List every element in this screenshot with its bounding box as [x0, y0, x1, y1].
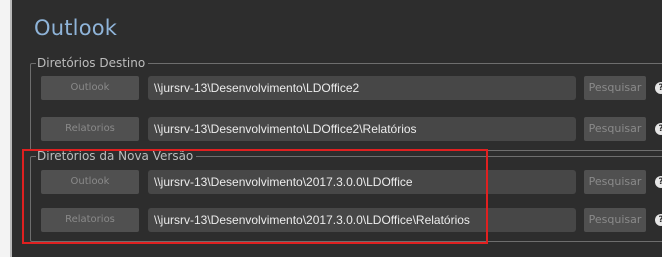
help-icon[interactable]: ?	[655, 82, 662, 94]
nova-relatorios-path-field[interactable]: \\jursrv-13\Desenvolvimento\2017.3.0.0\L…	[148, 208, 576, 232]
relatorios-button[interactable]: Relatorios	[41, 208, 139, 232]
group-diretorios-destino: Diretórios Destino Outlook \\jursrv-13\D…	[30, 56, 662, 151]
outlook-settings-panel: Outlook Diretórios Destino Outlook \\jur…	[12, 0, 662, 257]
search-button[interactable]: Pesquisar	[584, 76, 646, 100]
nova-relatorios-row: Relatorios \\jursrv-13\Desenvolvimento\2…	[41, 208, 662, 232]
relatorios-button[interactable]: Relatorios	[41, 117, 139, 141]
nova-outlook-row: Outlook \\jursrv-13\Desenvolvimento\2017…	[41, 170, 662, 194]
group-diretorios-nova-versao: Diretórios da Nova Versão Outlook \\jurs…	[30, 149, 662, 242]
search-button[interactable]: Pesquisar	[584, 117, 646, 141]
help-icon[interactable]: ?	[655, 123, 662, 135]
destino-relatorios-path-field[interactable]: \\jursrv-13\Desenvolvimento\LDOffice2\Re…	[148, 117, 576, 141]
group-legend: Diretórios Destino	[36, 56, 149, 70]
outlook-button[interactable]: Outlook	[41, 76, 139, 100]
help-icon[interactable]: ?	[655, 176, 662, 188]
search-button[interactable]: Pesquisar	[584, 170, 646, 194]
search-button[interactable]: Pesquisar	[584, 208, 646, 232]
outlook-button[interactable]: Outlook	[41, 170, 139, 194]
panel-title: Outlook	[34, 16, 118, 40]
destino-outlook-path-field[interactable]: \\jursrv-13\Desenvolvimento\LDOffice2	[148, 76, 576, 100]
app-window: Outlook Diretórios Destino Outlook \\jur…	[0, 0, 662, 257]
group-legend: Diretórios da Nova Versão	[36, 149, 197, 163]
destino-relatorios-row: Relatorios \\jursrv-13\Desenvolvimento\L…	[41, 117, 662, 141]
destino-outlook-row: Outlook \\jursrv-13\Desenvolvimento\LDOf…	[41, 76, 662, 100]
help-icon[interactable]: ?	[655, 214, 662, 226]
nova-outlook-path-field[interactable]: \\jursrv-13\Desenvolvimento\2017.3.0.0\L…	[148, 170, 576, 194]
